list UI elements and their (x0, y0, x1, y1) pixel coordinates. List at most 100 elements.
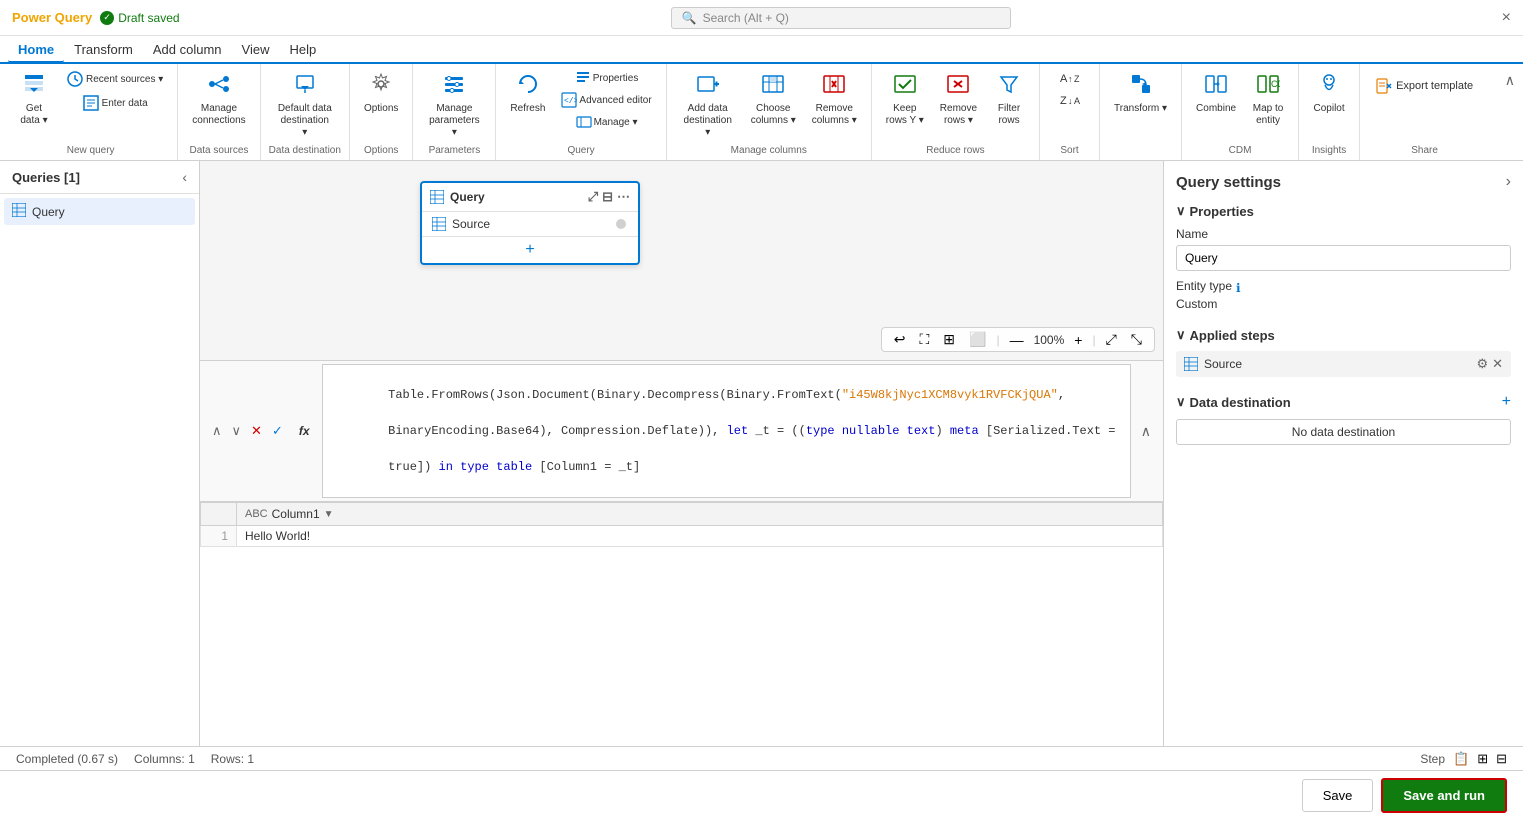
default-data-dest-button[interactable]: Default datadestination ▾ (272, 68, 338, 143)
options-icon (369, 72, 393, 100)
ribbon-group-new-query: Getdata ▾ Recent sources ▾ Enter data Ne (4, 64, 178, 160)
col1-dropdown-icon[interactable]: ▼ (324, 509, 334, 520)
query-box-grid-icon[interactable]: ⊟ (602, 189, 613, 205)
formula-check-button[interactable]: ✓ (268, 421, 287, 441)
right-panel-collapse-button[interactable]: › (1506, 173, 1511, 191)
expand2-button[interactable]: ⤢ (1102, 331, 1121, 348)
applied-step-source-left: Source (1184, 357, 1242, 371)
formula-cross-button[interactable]: ✕ (247, 421, 266, 441)
sort-az-button[interactable]: A↑Z (1054, 68, 1086, 88)
recent-sources-button[interactable]: Recent sources ▾ (60, 68, 169, 90)
keep-rows-button[interactable]: Keeprows Y ▾ (880, 68, 930, 131)
contract-button[interactable]: ⤡ (1127, 331, 1146, 348)
formula-expand-button[interactable]: ∧ (1137, 421, 1155, 442)
zoom-out-button[interactable]: — (1006, 332, 1028, 348)
manage-button[interactable]: Manage ▾ (555, 112, 657, 132)
columns-view-button[interactable]: ⬜ (965, 331, 990, 348)
applied-step-gear-button[interactable]: ⚙ (1476, 356, 1488, 372)
manage-params-icon (442, 72, 466, 100)
applied-steps-item[interactable]: Source ⚙ ✕ (1176, 351, 1511, 377)
choose-columns-button[interactable]: Choosecolumns ▾ (745, 68, 802, 131)
sort-za-button[interactable]: Z↓A (1054, 90, 1086, 110)
enter-data-label: Enter data (102, 98, 148, 109)
app-logo: Power Query (12, 10, 92, 25)
queries-collapse-button[interactable]: ‹ (182, 169, 187, 185)
query-item-label: Query (32, 205, 65, 219)
copilot-label: Copilot (1314, 103, 1345, 115)
applied-steps-icons: ⚙ ✕ (1476, 356, 1503, 372)
add-data-dest-button[interactable]: Add datadestination ▾ (675, 68, 741, 143)
data-dest-add-button[interactable]: + (1502, 393, 1511, 411)
properties-chevron: ∨ (1176, 203, 1186, 219)
menu-item-help[interactable]: Help (279, 38, 326, 61)
combine-icon (1204, 72, 1228, 100)
ribbon-collapse-button[interactable]: ∧ (1501, 68, 1519, 93)
get-data-button[interactable]: Getdata ▾ (12, 68, 56, 131)
manage-connections-button[interactable]: Manageconnections (186, 68, 251, 131)
col1-header[interactable]: ABC Column1 ▼ (237, 503, 1163, 526)
menu-item-home[interactable]: Home (8, 38, 64, 63)
applied-steps-section: ∨ Applied steps Source ⚙ ✕ (1176, 327, 1511, 381)
remove-columns-label: Removecolumns ▾ (812, 103, 857, 127)
data-grid-area: ABC Column1 ▼ 1 Hello World! (200, 502, 1163, 746)
query-box-add[interactable]: + (422, 236, 638, 263)
no-data-dest-button[interactable]: No data destination (1176, 419, 1511, 445)
remove-rows-label: Removerows ▾ (940, 103, 977, 127)
export-template-button[interactable]: Export template (1368, 74, 1481, 98)
query-item[interactable]: Query (4, 198, 195, 225)
ribbon-buttons-insights: Copilot (1307, 68, 1351, 143)
enter-data-button[interactable]: Enter data (60, 92, 169, 114)
properties-button[interactable]: Properties (555, 68, 657, 88)
data-dest-label: Data destination (1190, 395, 1291, 410)
expand-fit-button[interactable]: ⛶ (915, 331, 933, 348)
query-box-more-icon[interactable]: ⋯ (617, 189, 630, 205)
options-button[interactable]: Options (358, 68, 404, 119)
formula-nav: ∧ ∨ ✕ ✓ (208, 421, 287, 441)
search-bar[interactable]: 🔍 Search (Alt + Q) (671, 7, 1011, 29)
col1-label: Column1 (272, 507, 320, 521)
copilot-button[interactable]: Copilot (1307, 68, 1351, 119)
transform-icon (1129, 72, 1153, 100)
remove-columns-button[interactable]: Removecolumns ▾ (806, 68, 863, 131)
ribbon-group-share: Export template Share (1360, 64, 1489, 160)
combine-button[interactable]: Combine (1190, 68, 1242, 119)
recent-sources-label: Recent sources ▾ (86, 74, 163, 85)
advanced-editor-button[interactable]: </> Advanced editor (555, 90, 657, 110)
status-copy-icon[interactable]: 📋 (1453, 751, 1469, 767)
remove-rows-button[interactable]: Removerows ▾ (934, 68, 983, 131)
draft-label: Draft saved (118, 11, 179, 25)
filter-rows-button[interactable]: Filterrows (987, 68, 1031, 131)
name-field-input[interactable] (1176, 245, 1511, 271)
close-button[interactable]: × (1502, 9, 1511, 27)
formula-nav-up[interactable]: ∧ (208, 421, 226, 441)
query-box-expand-icon[interactable]: ⤢ (588, 189, 598, 205)
status-grid-icon[interactable]: ⊞ (1477, 751, 1488, 767)
map-to-entity-button[interactable]: CDM Map toentity (1246, 68, 1290, 131)
menu-item-add-column[interactable]: Add column (143, 38, 232, 61)
manage-params-button[interactable]: Manageparameters ▾ (421, 68, 487, 143)
save-button[interactable]: Save (1302, 779, 1374, 812)
formula-nav-down[interactable]: ∨ (228, 421, 246, 441)
entity-type-info-icon[interactable]: ℹ (1236, 281, 1241, 295)
status-compact-icon[interactable]: ⊟ (1496, 751, 1507, 767)
menu-item-transform[interactable]: Transform (64, 38, 143, 61)
query-box-step[interactable]: Source (422, 212, 638, 236)
transform-button[interactable]: Transform ▾ (1108, 68, 1173, 119)
refresh-button[interactable]: Refresh (504, 68, 551, 119)
applied-steps-header[interactable]: ∨ Applied steps (1176, 327, 1511, 343)
remove-rows-icon (946, 72, 970, 100)
zoom-in-button[interactable]: + (1070, 332, 1086, 348)
save-and-run-button[interactable]: Save and run (1381, 778, 1507, 813)
query-box-header: Query ⤢ ⊟ ⋯ (422, 183, 638, 212)
applied-step-delete-button[interactable]: ✕ (1492, 356, 1503, 372)
default-data-dest-icon (293, 72, 317, 100)
undo-button[interactable]: ↩ (890, 331, 910, 348)
menu-item-view[interactable]: View (232, 38, 280, 61)
fit-button[interactable]: ⊞ (939, 331, 959, 348)
query-box-header-icons[interactable]: ⤢ ⊟ ⋯ (588, 189, 630, 205)
properties-section-header[interactable]: ∨ Properties (1176, 203, 1511, 219)
query-box-step-left: Source (432, 217, 490, 231)
svg-text:↓: ↓ (1068, 96, 1073, 106)
svg-text:A: A (1074, 96, 1080, 106)
formula-input[interactable]: Table.FromRows(Json.Document(Binary.Deco… (322, 364, 1131, 498)
